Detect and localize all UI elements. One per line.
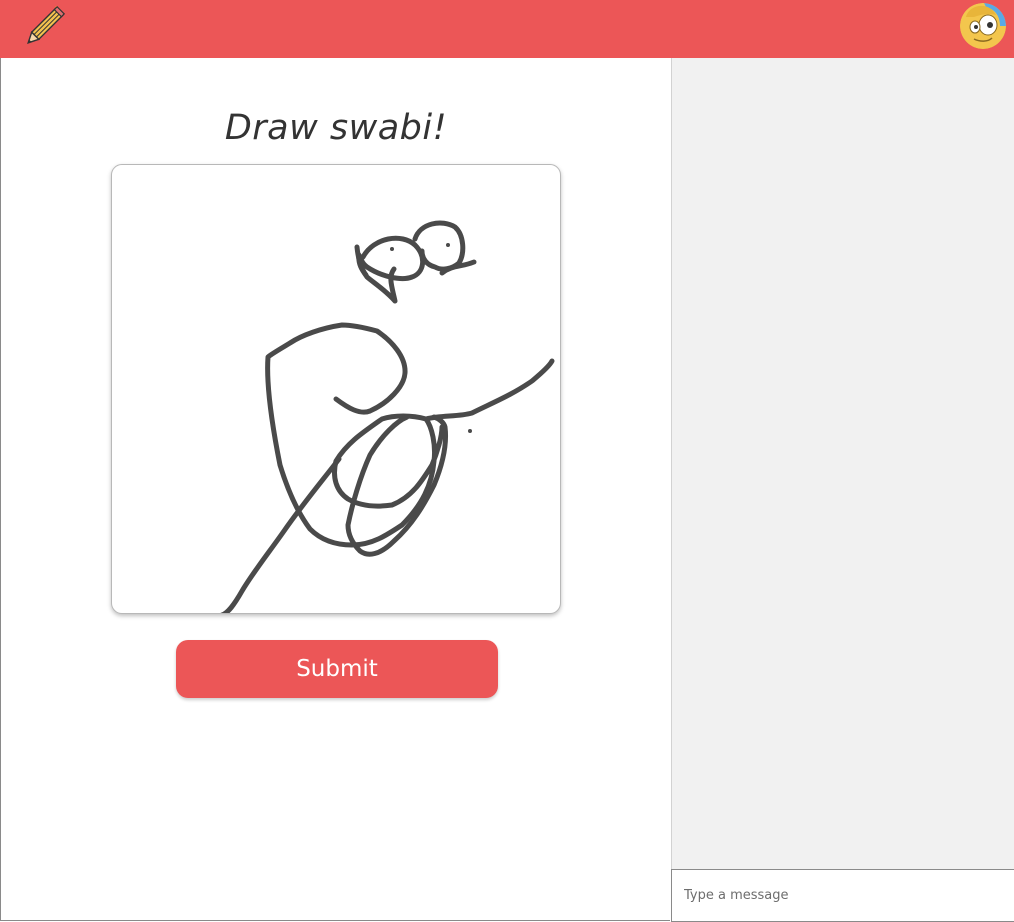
drawing-prompt: Draw swabi! [224, 108, 448, 148]
submit-button[interactable]: Submit [176, 640, 498, 698]
user-avatar-icon[interactable] [960, 3, 1006, 49]
chat-panel [671, 58, 1014, 869]
drawing-panel: Draw swabi! Submit [0, 58, 670, 921]
chat-message-input[interactable] [671, 869, 1014, 922]
drawing-canvas[interactable] [111, 164, 561, 614]
pencil-icon[interactable] [18, 3, 68, 53]
top-bar [0, 0, 1014, 58]
drawing-strokes [220, 220, 555, 613]
